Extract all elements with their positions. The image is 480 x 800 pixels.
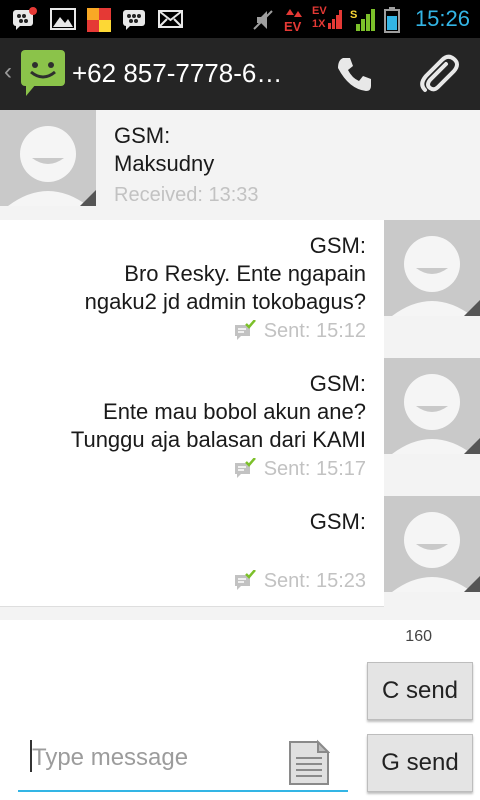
battery-icon [384,7,400,33]
bbm-notification-icon [12,7,37,31]
message-sent[interactable]: GSM: Bro Resky. Ente ngapain ngaku2 jd a… [0,220,384,359]
message-text: GSM: [309,509,366,534]
message-timestamp: Received: 13:33 [114,184,259,206]
sent-check-icon [234,569,256,590]
paperclip-icon[interactable] [416,52,460,96]
data-transfer-icon: EV [282,7,306,34]
gallery-icon [50,7,76,31]
sent-check-icon [234,457,256,478]
message-status: Sent: 15:12 [234,319,366,343]
my-avatar[interactable] [384,358,480,454]
message-timestamp: Sent: 15:17 [263,458,366,480]
svg-text:S: S [350,9,357,21]
document-icon[interactable] [288,734,331,786]
back-chevron-icon[interactable]: ‹ [4,58,12,86]
message-status: Sent: 15:17 [234,457,366,481]
status-bar: EV EV 1X S 15:26 [0,0,480,38]
message-text: GSM: Ente mau bobol akun ane? Tunggu aja… [70,371,366,452]
tiles-app-icon [86,7,111,32]
message-timestamp: Sent: 15:12 [263,320,366,342]
message-timestamp: Sent: 15:23 [263,570,366,592]
my-avatar[interactable] [384,496,480,592]
bbm-icon [122,7,146,31]
message-received[interactable]: GSM: Maksudny Received: 13:33 [96,110,480,220]
contact-title: +62 857-7778-6… [72,58,283,88]
my-avatar[interactable] [384,220,480,316]
message-status: Sent: 15:23 [234,569,366,593]
phone-icon[interactable] [334,54,374,94]
char-counter: 160 [405,628,432,645]
contact-avatar[interactable] [0,110,96,206]
status-time: 15:26 [414,6,470,31]
conversation-list[interactable]: GSM: Maksudny Received: 13:33 GSM: Bro R… [0,110,480,620]
sent-check-icon [234,319,256,340]
message-sent[interactable]: GSM: Sent: 15:23 [0,496,384,607]
compose-area: 160 C send G send Type message [0,620,480,800]
message-text: GSM: Maksudny [114,123,215,176]
c-send-button[interactable]: C send [367,662,473,720]
mute-icon [250,7,274,31]
message-input[interactable]: Type message [18,728,348,792]
message-sent[interactable]: GSM: Ente mau bobol akun ane? Tunggu aja… [0,358,384,497]
message-placeholder: Type message [32,744,189,771]
g-send-button[interactable]: G send [367,734,473,792]
message-text: GSM: Bro Resky. Ente ngapain ngaku2 jd a… [84,233,366,314]
action-bar: ‹ +62 857-7778-6… [0,38,480,110]
evdo-signal-icon: EV 1X [312,5,342,31]
messaging-app-icon[interactable] [20,48,66,98]
ev-label: EV [284,19,302,34]
email-icon [158,7,183,31]
gsm-signal-icon: S [350,7,375,31]
